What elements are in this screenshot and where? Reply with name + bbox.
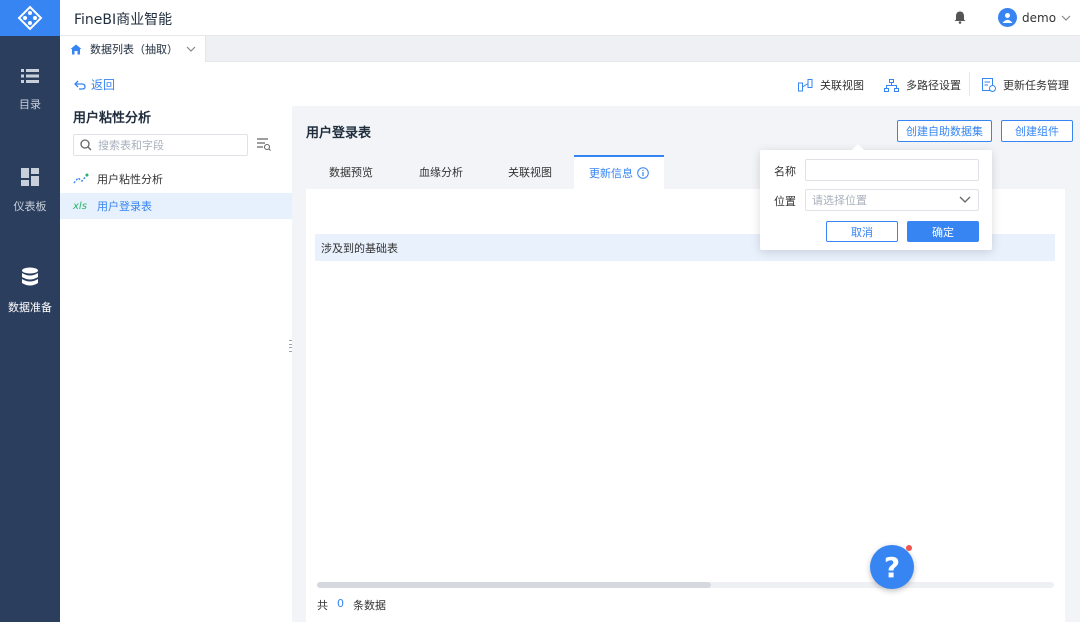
- tab-data-preview-label: 数据预览: [329, 166, 373, 179]
- tab-relation-view[interactable]: 关联视图: [485, 155, 575, 189]
- left-panel-title: 用户粘性分析: [73, 111, 152, 126]
- multipath-label: 多路径设置: [906, 79, 961, 92]
- back-arrow-icon: [74, 80, 86, 90]
- dashboard-icon: [21, 168, 39, 186]
- user-menu[interactable]: demo: [998, 8, 1071, 27]
- xls-badge: xls: [73, 200, 87, 212]
- tab-lineage[interactable]: 血缘分析: [396, 155, 486, 189]
- confirm-button[interactable]: 确定: [907, 221, 979, 242]
- rail-label-dashboard: 仪表板: [13, 200, 47, 213]
- count-value: 0: [337, 597, 344, 610]
- create-component-button[interactable]: 创建组件: [1001, 120, 1073, 142]
- update-info-content: 涉及到的基础表 共 0 条数据 ?: [306, 189, 1065, 622]
- create-dataset-popup: 名称 位置 请选择位置 取消 确定: [760, 144, 992, 250]
- analysis-icon: [73, 173, 89, 184]
- cancel-button[interactable]: 取消: [826, 221, 898, 242]
- tree-item-analysis-label: 用户粘性分析: [97, 173, 163, 186]
- user-name: demo: [1022, 10, 1057, 25]
- name-label: 名称: [774, 165, 796, 178]
- create-dataset-button[interactable]: 创建自助数据集: [897, 120, 992, 142]
- tab-data-preview[interactable]: 数据预览: [306, 155, 396, 189]
- scrollbar-thumb[interactable]: [317, 582, 711, 588]
- location-select[interactable]: 请选择位置: [805, 189, 979, 211]
- help-button[interactable]: ?: [870, 545, 914, 589]
- page-tab-strip: 数据列表（抽取）: [60, 36, 1080, 62]
- hierarchy-icon: [884, 78, 899, 92]
- rail-item-dashboard[interactable]: 仪表板: [0, 168, 60, 214]
- app-logo[interactable]: [0, 0, 60, 36]
- popup-arrow: [852, 144, 864, 150]
- left-rail: 目录 仪表板 数据准备: [0, 0, 60, 622]
- relation-view-label: 关联视图: [820, 79, 864, 92]
- search-input[interactable]: [98, 138, 238, 152]
- update-task-button[interactable]: 更新任务管理: [982, 77, 1069, 93]
- bell-icon[interactable]: [954, 11, 966, 27]
- tree-item-login-table-label: 用户登录表: [97, 200, 152, 213]
- rail-label-data-prep: 数据准备: [8, 301, 52, 314]
- filter-icon[interactable]: [257, 138, 273, 155]
- user-icon: [1002, 13, 1013, 23]
- search-icon: [80, 139, 92, 151]
- rail-item-data-prep[interactable]: 数据准备: [0, 267, 60, 315]
- update-task-label: 更新任务管理: [1003, 79, 1069, 92]
- back-label: 返回: [91, 78, 116, 92]
- database-icon: [22, 267, 38, 286]
- app-title: FineBI商业智能: [74, 12, 173, 28]
- page-title: 用户登录表: [306, 126, 372, 141]
- list-icon: [21, 69, 39, 83]
- search-box: [73, 134, 248, 156]
- chevron-down-icon: [1061, 15, 1071, 21]
- relation-icon: [798, 78, 813, 91]
- record-count: 共 0 条数据: [317, 597, 386, 613]
- task-icon: [982, 78, 996, 92]
- info-icon[interactable]: [637, 167, 649, 179]
- chevron-down-icon: [959, 196, 971, 203]
- base-table-header: 涉及到的基础表: [321, 241, 398, 255]
- home-icon: [70, 44, 82, 54]
- finebi-logo-icon: [17, 5, 43, 31]
- horizontal-scrollbar[interactable]: [317, 582, 1054, 588]
- toolbar-divider: [969, 72, 970, 96]
- tab-data-list[interactable]: 数据列表（抽取）: [60, 36, 206, 62]
- toolbar: 返回 关联视图 多路径设置 更新任务管理: [60, 62, 1080, 106]
- count-prefix: 共: [317, 599, 328, 612]
- top-header: FineBI商业智能 demo: [60, 0, 1080, 36]
- tab-update-info[interactable]: 更新信息: [574, 155, 664, 189]
- notification-dot: [906, 545, 912, 551]
- count-suffix: 条数据: [353, 599, 386, 612]
- tab-update-info-label: 更新信息: [589, 167, 633, 180]
- tab-lineage-label: 血缘分析: [419, 166, 463, 179]
- left-panel: 用户粘性分析 用户粘性分析 xls 用户登录表: [60, 106, 292, 622]
- location-label: 位置: [774, 195, 796, 208]
- multipath-button[interactable]: 多路径设置: [884, 77, 961, 93]
- tree-item-login-table[interactable]: xls 用户登录表: [60, 193, 292, 219]
- avatar: [998, 8, 1017, 27]
- relation-view-button[interactable]: 关联视图: [798, 77, 864, 93]
- name-input[interactable]: [805, 159, 979, 181]
- location-placeholder: 请选择位置: [812, 194, 867, 207]
- rail-label-catalog: 目录: [19, 98, 41, 111]
- question-mark-icon: ?: [883, 550, 901, 584]
- chevron-down-icon[interactable]: [186, 46, 196, 52]
- tree-item-analysis[interactable]: 用户粘性分析: [60, 166, 292, 192]
- tab-data-list-label: 数据列表（抽取）: [90, 43, 178, 56]
- back-link[interactable]: 返回: [74, 76, 115, 93]
- tab-relation-view-label: 关联视图: [508, 166, 552, 179]
- rail-item-catalog[interactable]: 目录: [0, 68, 60, 112]
